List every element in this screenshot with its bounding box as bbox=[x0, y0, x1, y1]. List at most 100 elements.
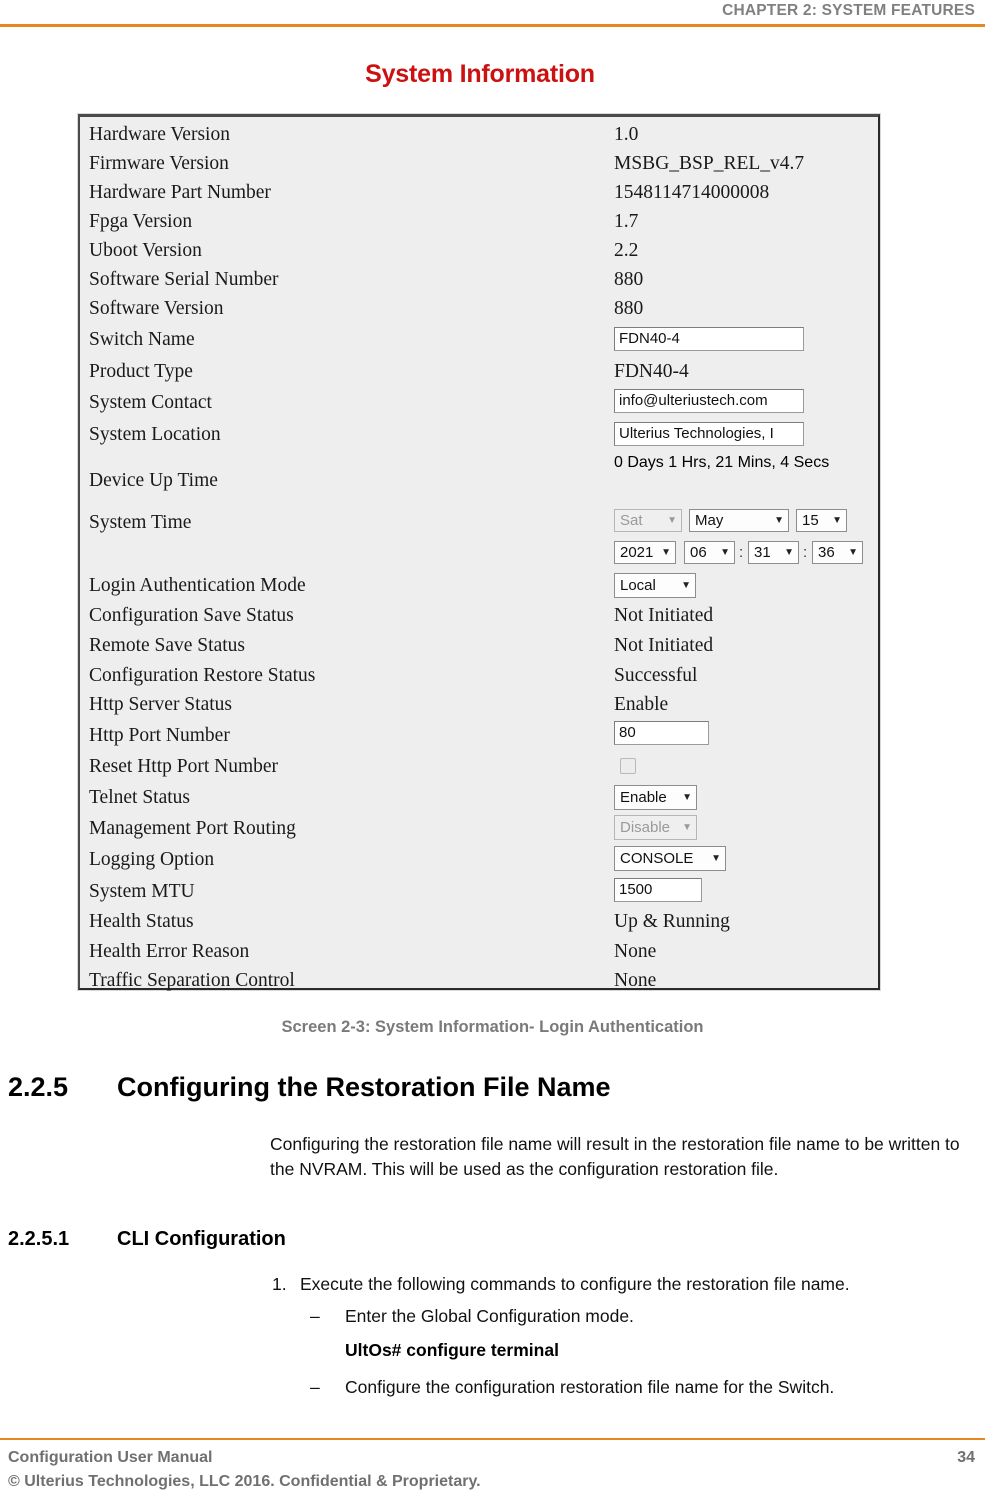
section-paragraph: Configuring the restoration file name wi… bbox=[270, 1134, 960, 1179]
system-contact-input[interactable]: info@ulteriustech.com bbox=[614, 389, 804, 413]
row-label: Http Port Number bbox=[89, 725, 230, 746]
system-time-month-value: May bbox=[695, 512, 724, 529]
logging-option-select[interactable]: CONSOLE ▼ bbox=[614, 846, 726, 871]
row-label: Uboot Version bbox=[89, 240, 202, 261]
table-row: Management Port Routing bbox=[80, 817, 878, 847]
table-row: Fpga Version 1.7 bbox=[80, 210, 878, 240]
list-item: Configure the configuration restoration … bbox=[345, 1377, 835, 1397]
http-port-number-input[interactable]: 80 bbox=[614, 721, 709, 745]
row-label: System MTU bbox=[89, 881, 195, 902]
chevron-down-icon: ▼ bbox=[667, 515, 677, 526]
footer-manual-title: Configuration User Manual bbox=[8, 1449, 213, 1466]
row-label: Login Authentication Mode bbox=[89, 575, 306, 596]
bullet-dash-icon: – bbox=[310, 1306, 320, 1326]
row-value: Successful bbox=[614, 665, 698, 686]
system-time-year-value: 2021 bbox=[620, 544, 654, 561]
device-up-time-value: 0 Days 1 Hrs, 21 Mins, 4 Secs bbox=[614, 454, 830, 471]
row-label: System Contact bbox=[89, 392, 212, 413]
table-row: Http Server Status Enable bbox=[80, 693, 878, 723]
switch-name-input[interactable]: FDN40-4 bbox=[614, 327, 804, 351]
login-authentication-mode-select[interactable]: Local ▼ bbox=[614, 573, 696, 598]
logging-option-value: CONSOLE bbox=[620, 850, 694, 867]
row-label: Configuration Save Status bbox=[89, 605, 294, 626]
system-time-day-select[interactable]: 15 ▼ bbox=[796, 509, 847, 532]
list-item: Enter the Global Configuration mode. bbox=[345, 1306, 634, 1326]
footer-divider bbox=[0, 1438, 985, 1440]
system-time-second-value: 36 bbox=[818, 544, 835, 561]
row-label: Device Up Time bbox=[89, 470, 218, 491]
table-row: Health Status Up & Running bbox=[80, 910, 878, 940]
chevron-down-icon: ▼ bbox=[720, 547, 730, 558]
row-label: Logging Option bbox=[89, 849, 215, 870]
footer-copyright: © Ulterius Technologies, LLC 2016. Confi… bbox=[8, 1473, 481, 1490]
row-value: None bbox=[614, 970, 657, 991]
system-location-input[interactable]: Ulterius Technologies, I bbox=[614, 422, 804, 446]
chevron-down-icon: ▼ bbox=[774, 515, 784, 526]
system-time-minute-select[interactable]: 31 ▼ bbox=[748, 541, 799, 564]
chevron-down-icon: ▼ bbox=[848, 547, 858, 558]
row-value: Up & Running bbox=[614, 911, 730, 932]
table-row: Software Serial Number 880 bbox=[80, 268, 878, 298]
system-time-month-select[interactable]: May ▼ bbox=[689, 509, 789, 532]
table-row: Uboot Version 2.2 bbox=[80, 239, 878, 269]
row-label: Switch Name bbox=[89, 329, 195, 350]
table-row: Logging Option bbox=[80, 848, 878, 878]
row-label: Software Serial Number bbox=[89, 269, 279, 290]
system-time-hour-select[interactable]: 06 ▼ bbox=[684, 541, 735, 564]
row-value: 880 bbox=[614, 298, 644, 319]
row-label: Http Server Status bbox=[89, 694, 232, 715]
time-separator-2: : bbox=[803, 544, 808, 561]
system-time-second-select[interactable]: 36 ▼ bbox=[812, 541, 863, 564]
table-row: Software Version 880 bbox=[80, 297, 878, 327]
section-title: Configuring the Restoration File Name bbox=[117, 1072, 611, 1102]
table-row: Http Port Number bbox=[80, 724, 878, 754]
chevron-down-icon: ▼ bbox=[711, 853, 721, 864]
figure-caption: Screen 2-3: System Information- Login Au… bbox=[281, 1018, 704, 1036]
row-value: Enable bbox=[614, 694, 669, 715]
row-label: Hardware Version bbox=[89, 124, 230, 145]
row-value: 880 bbox=[614, 269, 644, 290]
row-value: 1548114714000008 bbox=[614, 182, 770, 203]
system-mtu-input[interactable]: 1500 bbox=[614, 878, 702, 902]
table-row: Firmware Version MSBG_BSP_REL_v4.7 bbox=[80, 152, 878, 182]
table-row: Telnet Status bbox=[80, 786, 878, 816]
chevron-down-icon: ▼ bbox=[682, 792, 692, 803]
row-label: Hardware Part Number bbox=[89, 182, 271, 203]
system-time-year-select[interactable]: 2021 ▼ bbox=[614, 541, 676, 564]
row-value: 1.0 bbox=[614, 124, 639, 145]
subsection-title: CLI Configuration bbox=[117, 1228, 286, 1250]
chapter-title: CHAPTER 2: SYSTEM FEATURES bbox=[722, 2, 975, 19]
row-label: Telnet Status bbox=[89, 787, 190, 808]
system-time-weekday-select[interactable]: Sat ▼ bbox=[614, 509, 682, 532]
row-label: Software Version bbox=[89, 298, 224, 319]
subsection-number: 2.2.5.1 bbox=[8, 1228, 70, 1250]
chevron-down-icon: ▼ bbox=[681, 580, 691, 591]
footer-page-number: 34 bbox=[957, 1449, 975, 1466]
table-row: Hardware Version 1.0 bbox=[80, 123, 878, 153]
table-row: Login Authentication Mode bbox=[80, 574, 878, 604]
row-label: Fpga Version bbox=[89, 211, 193, 232]
table-row: Reset Http Port Number bbox=[80, 755, 878, 785]
chevron-down-icon: ▼ bbox=[832, 515, 842, 526]
row-label: Firmware Version bbox=[89, 153, 229, 174]
management-port-routing-select[interactable]: Disable ▼ bbox=[614, 815, 697, 840]
system-time-weekday-value: Sat bbox=[620, 512, 643, 529]
telnet-status-select[interactable]: Enable ▼ bbox=[614, 785, 697, 810]
chevron-down-icon: ▼ bbox=[784, 547, 794, 558]
table-row: Configuration Restore Status Successful bbox=[80, 664, 878, 694]
row-value: MSBG_BSP_REL_v4.7 bbox=[614, 153, 805, 174]
chevron-down-icon: ▼ bbox=[682, 822, 692, 833]
system-information-panel: Hardware Version 1.0 Firmware Version MS… bbox=[78, 114, 880, 991]
row-label: Product Type bbox=[89, 361, 193, 382]
page-header: CHAPTER 2: SYSTEM FEATURES bbox=[0, 0, 985, 38]
table-row: Configuration Save Status Not Initiated bbox=[80, 604, 878, 634]
reset-http-port-number-checkbox[interactable] bbox=[620, 758, 636, 774]
row-value: 2.2 bbox=[614, 240, 639, 261]
chevron-down-icon: ▼ bbox=[661, 547, 671, 558]
cli-command: UltOs# configure terminal bbox=[345, 1340, 559, 1360]
row-label: Management Port Routing bbox=[89, 818, 296, 839]
bullet-dash-icon: – bbox=[310, 1377, 320, 1397]
table-row: Product Type FDN40-4 bbox=[80, 360, 878, 390]
header-divider bbox=[0, 24, 985, 27]
row-value: FDN40-4 bbox=[614, 361, 689, 382]
